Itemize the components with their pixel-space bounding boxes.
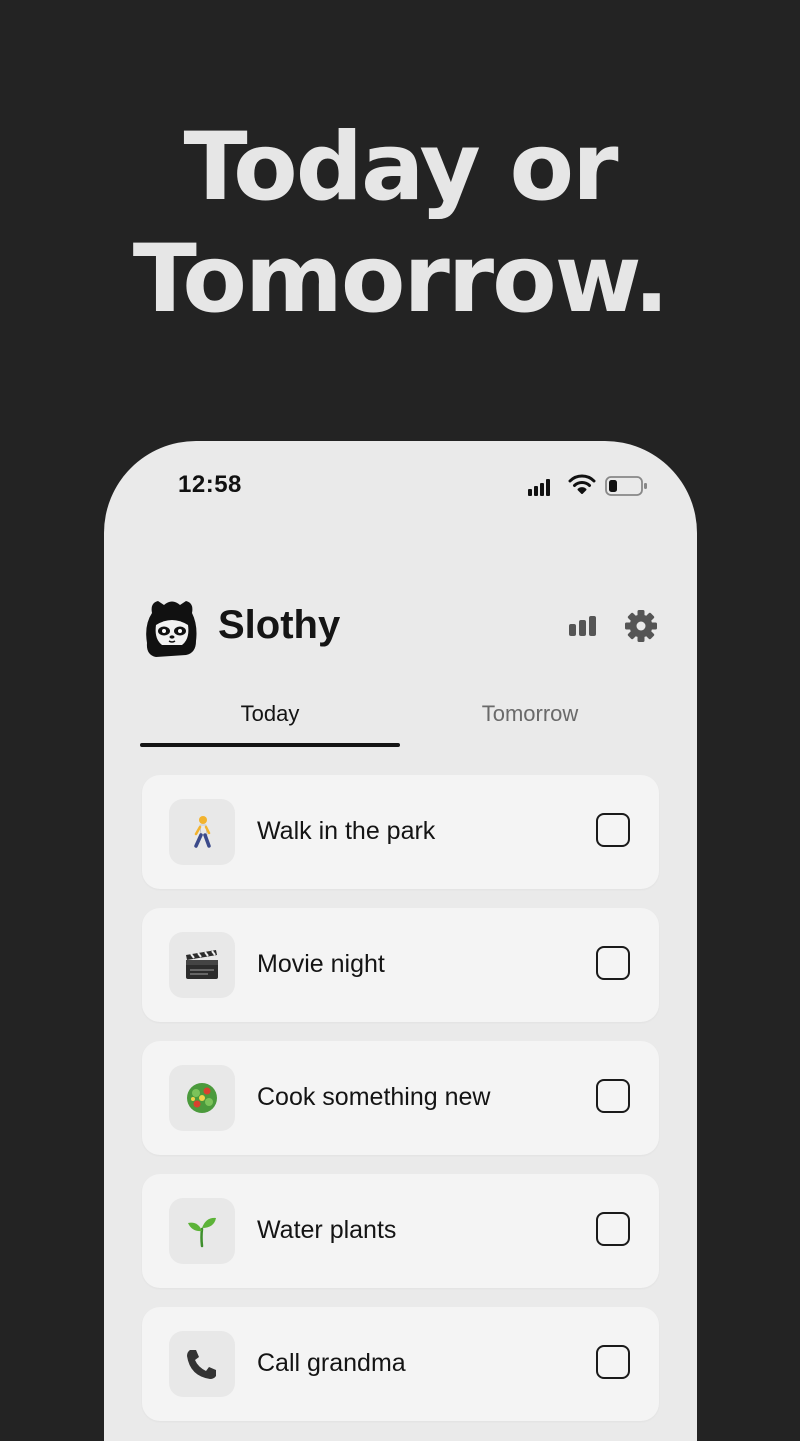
- stats-icon[interactable]: [568, 615, 598, 637]
- task-card[interactable]: Call grandma: [142, 1307, 659, 1421]
- task-card[interactable]: Movie night: [142, 908, 659, 1022]
- tab-bar: Today Tomorrow: [140, 689, 660, 749]
- task-icon-box: [169, 932, 235, 998]
- headline-line-1: Today or: [183, 113, 619, 222]
- task-label: Walk in the park: [257, 817, 436, 845]
- task-checkbox[interactable]: [596, 1079, 630, 1113]
- task-card[interactable]: Water plants: [142, 1174, 659, 1288]
- app-title: Slothy: [218, 603, 341, 647]
- active-tab-indicator: [140, 743, 400, 747]
- phone-icon: [187, 1350, 216, 1379]
- clapperboard-icon: [186, 950, 218, 979]
- status-icons: [528, 473, 653, 499]
- task-checkbox[interactable]: [596, 813, 630, 847]
- task-label: Cook something new: [257, 1083, 491, 1111]
- task-icon-box: [169, 1198, 235, 1264]
- status-time: 12:58: [178, 471, 242, 498]
- battery-icon: [605, 476, 647, 496]
- app-header: Slothy: [104, 591, 697, 671]
- sloth-logo-icon: [146, 601, 197, 657]
- walking-person-icon: [194, 816, 211, 848]
- task-checkbox[interactable]: [596, 1345, 630, 1379]
- task-checkbox[interactable]: [596, 1212, 630, 1246]
- gear-icon[interactable]: [624, 609, 658, 643]
- task-icon-box: [169, 1065, 235, 1131]
- status-bar: 12:58: [104, 441, 697, 531]
- task-card[interactable]: Walk in the park: [142, 775, 659, 889]
- task-label: Call grandma: [257, 1349, 406, 1377]
- tab-tomorrow[interactable]: Tomorrow: [400, 701, 660, 727]
- task-list: Walk in the park Movie night Cook someth…: [142, 775, 659, 1440]
- task-icon-box: [169, 1331, 235, 1397]
- task-label: Movie night: [257, 950, 385, 978]
- tab-today[interactable]: Today: [140, 701, 400, 727]
- wifi-icon: [568, 474, 596, 494]
- task-label: Water plants: [257, 1216, 397, 1244]
- headline-line-2: Tomorrow.: [132, 225, 670, 334]
- seedling-icon: [188, 1217, 216, 1248]
- task-checkbox[interactable]: [596, 946, 630, 980]
- phone-screen: 12:58 Slothy Today Tomorrow Walk in the …: [104, 441, 697, 1441]
- task-icon-box: [169, 799, 235, 865]
- task-card[interactable]: Cook something new: [142, 1041, 659, 1155]
- salad-icon: [187, 1083, 217, 1113]
- headline: Today or Tomorrow.: [0, 112, 800, 336]
